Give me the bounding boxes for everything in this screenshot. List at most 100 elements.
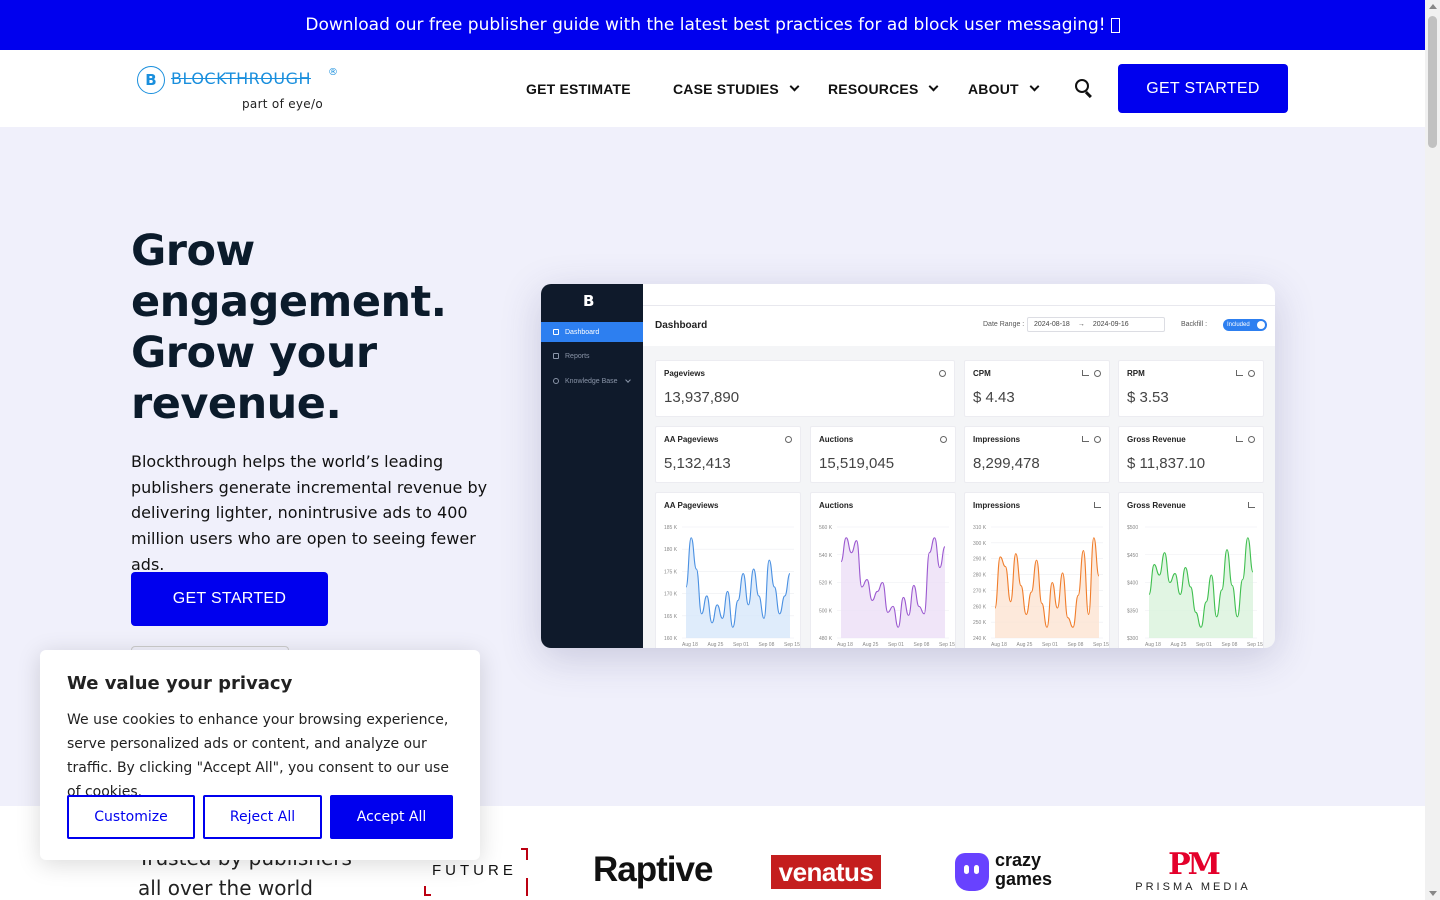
- date-from: 2024-08-18: [1034, 321, 1070, 328]
- y-tick-label: 560 K: [819, 525, 833, 531]
- y-tick-label: $500: [1127, 525, 1138, 531]
- line-chart: 185 K 180 K 175 K 170 K 165 K 160 K Aug 18 Aug …: [664, 525, 800, 648]
- x-tick-label: Sep 08: [914, 642, 930, 648]
- info-icon: [939, 370, 946, 377]
- line-chart: $500 $450 $400 $350 $300 Aug 18 Aug 25 Sep 01 Se…: [1127, 525, 1263, 648]
- dashboard-sidebar: B Dashboard Reports Knowledge Base: [541, 284, 643, 648]
- backfill-label: Backfill :: [1181, 321, 1208, 328]
- y-tick-label: $450: [1127, 553, 1138, 559]
- file-icon: [553, 353, 559, 359]
- scroll-up-icon[interactable]: [1429, 4, 1437, 9]
- x-tick-label: Sep 08: [1068, 642, 1084, 648]
- y-tick-label: 180 K: [664, 547, 678, 553]
- sidebar-label: Knowledge Base: [565, 377, 618, 385]
- hero-description: Blockthrough helps the world’s leading p…: [131, 452, 488, 574]
- accept-all-button[interactable]: Accept All: [330, 795, 453, 839]
- sidebar-item-knowledge-base: Knowledge Base: [541, 371, 643, 391]
- date-range-field: 2024-08-18 → 2024-09-16: [1027, 317, 1165, 332]
- date-range-label: Date Range :: [983, 321, 1025, 328]
- hero-get-started-button[interactable]: GET STARTED: [131, 572, 328, 626]
- metric-value: 8,299,478: [973, 455, 1040, 472]
- chevron-down-icon: [929, 81, 939, 92]
- line-chart: 560 K 540 K 520 K 500 K 480 K Aug 18 Aug 25 Sep…: [819, 525, 955, 648]
- crazygames-icon: [955, 853, 989, 891]
- x-tick-label: Sep 01: [1042, 642, 1058, 648]
- x-tick-label: Sep 15: [939, 642, 955, 648]
- nav-get-estimate[interactable]: GET ESTIMATE: [526, 81, 631, 97]
- scrollbar-thumb[interactable]: [1428, 16, 1437, 148]
- chart-icon: [1082, 436, 1089, 442]
- x-tick-label: Aug 25: [708, 642, 724, 648]
- customize-button[interactable]: Customize: [67, 795, 195, 839]
- x-tick-label: Sep 01: [733, 642, 749, 648]
- metric-card-cpm: CPM $ 4.43: [964, 360, 1110, 417]
- chart-card-aa-pageviews: AA Pageviews 185 K 180 K 175 K 170 K 165 K 16…: [655, 492, 801, 648]
- y-tick-label: 290 K: [973, 557, 987, 563]
- x-tick-label: Sep 01: [888, 642, 904, 648]
- y-tick-label: $350: [1127, 608, 1138, 614]
- x-tick-label: Aug 25: [1171, 642, 1187, 648]
- metric-label: CPM: [973, 369, 991, 378]
- metric-card-impressions: Impressions 8,299,478: [964, 426, 1110, 483]
- metric-value: $ 3.53: [1127, 389, 1169, 406]
- y-tick-label: 500 K: [819, 608, 833, 614]
- crazygames-logo: crazy games: [955, 851, 1067, 893]
- crazygames-text: crazy games: [995, 850, 1053, 889]
- y-tick-label: 175 K: [664, 569, 678, 575]
- backfill-toggle: Included: [1223, 319, 1267, 331]
- venatus-logo: venatus: [771, 855, 881, 889]
- search-icon[interactable]: [1075, 79, 1095, 99]
- info-icon: [1094, 436, 1101, 443]
- help-icon: [553, 378, 559, 384]
- nav-case-studies[interactable]: CASE STUDIES: [673, 81, 800, 97]
- x-tick-label: Aug 25: [863, 642, 879, 648]
- info-icon: [940, 436, 947, 443]
- nav-about[interactable]: ABOUT: [968, 81, 1040, 97]
- external-link-icon: [1110, 17, 1120, 33]
- x-tick-label: Aug 18: [682, 642, 698, 648]
- backfill-value: Included: [1227, 322, 1250, 328]
- prisma-media-logo: PM PRISMA MEDIA: [1132, 849, 1254, 895]
- sidebar-label: Dashboard: [565, 328, 600, 336]
- logo-wordmark: BLOCKTHROUGH: [171, 69, 311, 88]
- metric-card-gross-revenue: Gross Revenue $ 11,837.10: [1118, 426, 1264, 483]
- x-tick-label: Aug 18: [1145, 642, 1161, 648]
- blockthrough-logo[interactable]: B BLOCKTHROUGH ® part of eye/o: [137, 65, 338, 113]
- chart-icon: [1236, 370, 1243, 376]
- y-tick-label: 260 K: [973, 604, 987, 610]
- nav-resources[interactable]: RESOURCES: [828, 81, 939, 97]
- info-icon: [1094, 370, 1101, 377]
- x-tick-label: Aug 18: [991, 642, 1007, 648]
- metric-label: Pageviews: [664, 369, 705, 378]
- metric-label: AA Pageviews: [664, 435, 719, 444]
- announcement-bar[interactable]: Download our free publisher guide with t…: [0, 0, 1425, 50]
- info-icon: [1248, 370, 1255, 377]
- dashboard-screenshot: B Dashboard Reports Knowledge Base Dashb…: [541, 284, 1275, 648]
- chart-icon: [1236, 436, 1243, 442]
- metric-card-rpm: RPM $ 3.53: [1118, 360, 1264, 417]
- scroll-down-icon[interactable]: [1429, 891, 1437, 896]
- metric-card-pageviews: Pageviews 13,937,890: [655, 360, 955, 417]
- announcement-text[interactable]: Download our free publisher guide with t…: [305, 15, 1105, 35]
- y-tick-label: 170 K: [664, 592, 678, 598]
- header-get-started-button[interactable]: GET STARTED: [1118, 64, 1288, 113]
- y-tick-label: $300: [1127, 636, 1138, 642]
- chart-card-gross-revenue: Gross Revenue $500 $450 $400 $350 $300 Aug 18…: [1118, 492, 1264, 648]
- page-scrollbar[interactable]: [1425, 0, 1440, 900]
- dashboard-title: Dashboard: [655, 320, 708, 331]
- date-to: 2024-09-16: [1092, 321, 1129, 328]
- metric-value: 15,519,045: [819, 455, 895, 472]
- y-tick-label: $400: [1127, 581, 1138, 587]
- y-tick-label: 540 K: [819, 553, 833, 559]
- dashboard-topbar: [643, 284, 1275, 306]
- metric-card-auctions: Auctions 15,519,045: [810, 426, 956, 483]
- cookie-text: We use cookies to enhance your browsing …: [67, 712, 449, 800]
- metric-value: 13,937,890: [664, 389, 740, 406]
- y-tick-label: 300 K: [973, 541, 987, 547]
- reject-all-button[interactable]: Reject All: [203, 795, 322, 839]
- x-tick-label: Aug 18: [837, 642, 853, 648]
- metric-label: Auctions: [819, 435, 854, 444]
- x-tick-label: Sep 01: [1196, 642, 1212, 648]
- nav-label: CASE STUDIES: [673, 81, 779, 97]
- logo-mark-icon: B: [137, 66, 165, 94]
